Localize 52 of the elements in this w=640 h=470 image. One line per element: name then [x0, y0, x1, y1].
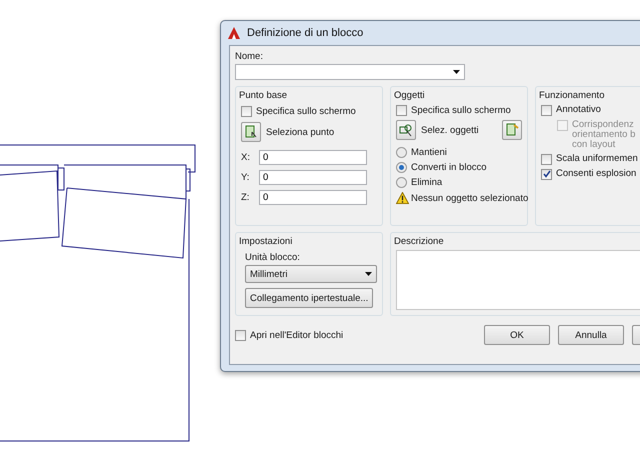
coordinate-label: Z: — [241, 192, 250, 203]
warning-text: Nessun oggetto selezionato — [411, 192, 528, 204]
radio-button[interactable] — [396, 177, 407, 188]
checkbox-label: Specifica sullo schermo — [256, 106, 356, 117]
radio-label: Elimina — [411, 177, 442, 188]
name-combo[interactable] — [235, 64, 465, 80]
hyperlink-button[interactable]: Collegamento ipertestuale... — [245, 288, 374, 308]
pick-point-icon — [244, 125, 258, 139]
radio-label: Converti in blocco — [411, 162, 487, 173]
group-title: Descrizione — [394, 236, 445, 247]
group-title: Impostazioni — [239, 236, 294, 247]
group-title: Oggetti — [394, 90, 426, 101]
coordinate-field[interactable]: 0 — [259, 190, 367, 205]
checkbox-label: Annotativo — [556, 105, 601, 115]
warning-icon — [396, 192, 409, 204]
checkbox[interactable] — [541, 105, 552, 116]
checkbox-label: Specifica sullo schermo — [411, 105, 511, 116]
select-objects-icon — [399, 123, 413, 137]
window-title: Definizione di un blocco — [247, 27, 364, 39]
checkbox[interactable] — [396, 105, 407, 116]
group-title: Punto base — [239, 90, 288, 101]
radio-label: Mantieni — [411, 147, 447, 158]
group-title: Funzionamento — [539, 90, 606, 101]
checkbox[interactable] — [541, 168, 552, 180]
radio-button[interactable] — [396, 147, 407, 158]
checkbox-label: Scala uniformemen — [556, 154, 638, 164]
checkbox-label: Corrispondenz orientamento b con layout — [572, 120, 636, 150]
checkbox-label: Consenti esplosion — [556, 168, 636, 179]
name-label: Nome: — [235, 51, 264, 62]
description-field[interactable] — [396, 250, 640, 310]
checkbox-label: Apri nell'Editor blocchi — [250, 330, 344, 340]
dialog-button[interactable]: Annulla — [558, 325, 624, 345]
quick-select-icon — [505, 123, 519, 137]
coordinate-label: Y: — [241, 172, 250, 183]
unit-label: Unità blocco: — [245, 252, 301, 263]
select-objects-button[interactable] — [396, 120, 416, 140]
coordinate-field[interactable]: 0 — [259, 150, 367, 165]
coordinate-label: X: — [241, 152, 251, 163]
radio-button[interactable] — [396, 162, 407, 173]
unit-dropdown[interactable]: Millimetri — [245, 265, 377, 283]
dropdown-arrow-icon — [365, 272, 372, 276]
app-logo-icon — [227, 26, 241, 40]
pick-point-button[interactable] — [241, 122, 261, 142]
select-objects-label: Selez. oggetti — [421, 124, 480, 136]
quick-select-button[interactable] — [502, 120, 522, 140]
pick-point-label: Seleziona punto — [266, 126, 334, 138]
dialog-button[interactable]: OK — [484, 325, 550, 345]
coordinate-field[interactable]: 0 — [259, 170, 367, 185]
checkbox[interactable] — [541, 154, 552, 165]
checkbox[interactable] — [241, 106, 252, 117]
checkbox[interactable] — [235, 330, 246, 340]
dropdown-arrow-icon — [453, 70, 460, 74]
